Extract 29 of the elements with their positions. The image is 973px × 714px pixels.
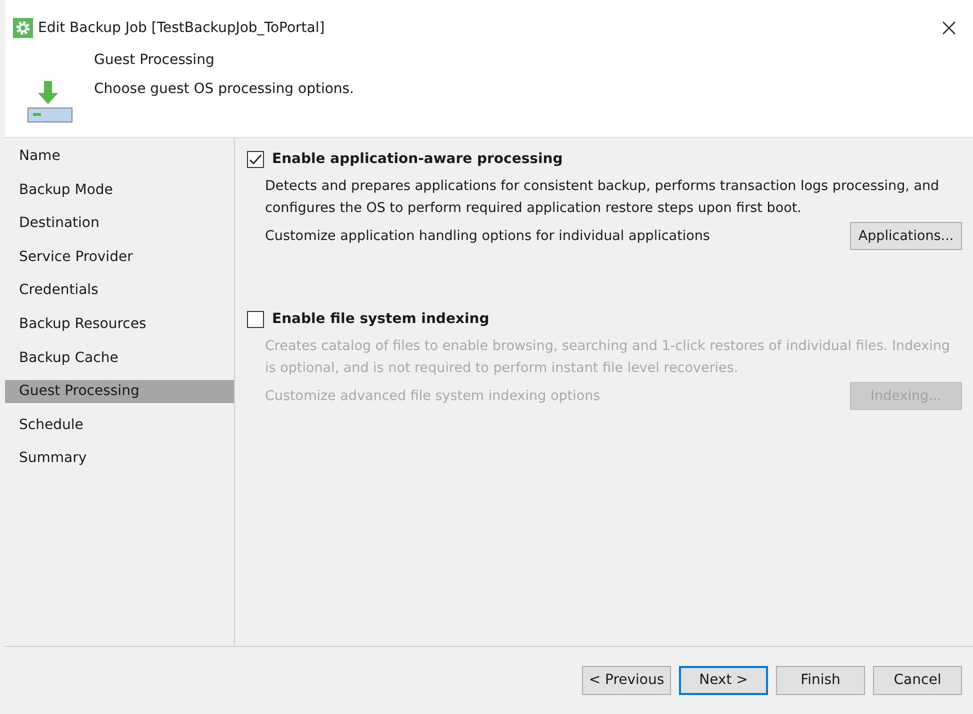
wizard-step[interactable]: Credentials <box>5 279 234 302</box>
window-title: Edit Backup Job [TestBackupJob_ToPortal] <box>38 18 325 38</box>
gear-icon <box>13 18 33 38</box>
customize-label: Customize advanced file system indexing options <box>265 386 600 406</box>
customize-label: Customize application handling options for individual applications <box>265 226 710 246</box>
download-drive-icon <box>26 80 72 124</box>
wizard-button[interactable]: Finish <box>776 666 865 695</box>
wizard-step[interactable]: Destination <box>5 212 234 236</box>
page-title: Guest Processing <box>94 51 216 70</box>
wizard-button[interactable]: Cancel <box>873 666 962 695</box>
wizard-step[interactable]: Backup Resources <box>5 312 234 336</box>
wizard-step[interactable]: Guest Processing <box>5 380 234 404</box>
checkbox[interactable] <box>247 151 264 168</box>
wizard-button[interactable]: Next > <box>679 666 768 695</box>
wizard-step[interactable]: Service Provider <box>5 246 234 269</box>
wizard-step[interactable]: Backup Mode <box>5 178 234 202</box>
wizard-step[interactable]: Summary <box>5 447 234 470</box>
page-subtitle: Choose guest OS processing options. <box>94 80 354 99</box>
checkbox-label: Enable application-aware processing <box>272 150 563 169</box>
checkbox-label: Enable file system indexing <box>272 310 490 329</box>
wizard-button[interactable]: < Previous <box>582 666 671 695</box>
wizard-step[interactable]: Name <box>5 145 234 168</box>
option-description: Detects and prepares applications for consistent backup, performs transaction logs processing, and configures the OS to perform required application restore steps upon first boot. <box>265 177 940 218</box>
check-icon <box>249 154 262 165</box>
option-description: Creates catalog of files to enable browsing, searching and 1-click restores of individual files. Indexing is optional, and is not required to perform instant file level recoveries. <box>265 337 951 378</box>
options-button[interactable]: Applications... <box>850 222 962 250</box>
close-icon <box>942 21 956 35</box>
wizard-step[interactable]: Schedule <box>5 414 234 437</box>
wizard-step[interactable]: Backup Cache <box>5 346 234 370</box>
